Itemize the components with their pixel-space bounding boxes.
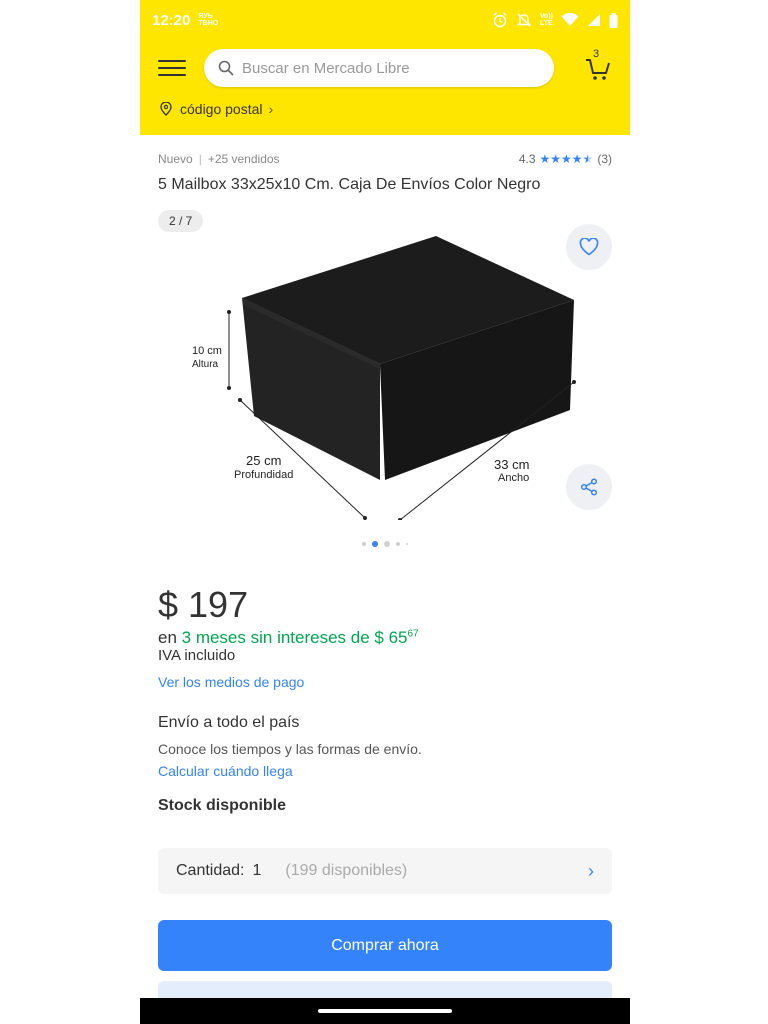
installments-info: en 3 meses sin intereses de $ 6567	[158, 628, 419, 648]
calculate-delivery-link[interactable]: Calcular cuándo llega	[158, 763, 293, 779]
pagination-dot	[396, 542, 400, 546]
heart-icon	[579, 238, 599, 256]
share-button[interactable]	[566, 464, 612, 510]
stock-title: Stock disponible	[158, 797, 287, 814]
product-gallery[interactable]: 2 / 7 10 cm Altura 25 cm Profundidad 33 …	[140, 206, 630, 547]
quantity-value: 1	[252, 862, 262, 879]
postal-code-link[interactable]: código postal ›	[140, 101, 630, 117]
status-small-top: ЯУЬ	[198, 13, 213, 20]
product-rating[interactable]: 4.3 ★★★★★ (3)	[519, 152, 612, 166]
status-small-text: ЯУЬ ТВНО	[198, 13, 218, 27]
status-left: 12:20 ЯУЬ ТВНО	[152, 12, 218, 29]
quantity-label: Cantidad:	[176, 862, 245, 879]
postal-code-label: código postal	[180, 101, 263, 117]
depth-name-label: Profundidad	[234, 469, 293, 481]
cart-count: 3	[593, 48, 600, 60]
installments-detail: 3 meses sin intereses de $ 65	[181, 628, 408, 647]
shipping-description: Conoce los tiempos y las formas de envío…	[158, 741, 422, 757]
rating-stars-icon: ★★★★★	[539, 152, 594, 166]
product-title: 5 Mailbox 33x25x10 Cm. Caja De Envíos Co…	[158, 176, 541, 193]
location-pin-icon	[160, 102, 172, 116]
gallery-pagination	[140, 541, 630, 547]
product-sold-count: +25 vendidos	[207, 152, 280, 166]
mute-icon	[516, 13, 532, 27]
search-input[interactable]: Buscar en Mercado Libre	[204, 49, 554, 87]
product-condition: Nuevo	[158, 152, 193, 166]
installments-prefix: en	[158, 628, 182, 647]
width-value-label: 33 cm	[494, 457, 529, 472]
quantity-available: (199 disponibles)	[285, 862, 408, 879]
product-image: 10 cm Altura 25 cm Profundidad 33 cm Anc…	[192, 236, 576, 520]
search-icon	[218, 60, 234, 76]
width-name-label: Ancho	[498, 472, 529, 484]
status-time: 12:20	[152, 11, 191, 29]
phone-screen: 12:20 ЯУЬ ТВНО Vo)) LTE Buscar en Mercad…	[140, 0, 630, 1024]
rating-value: 4.3	[518, 152, 536, 166]
battery-icon	[609, 12, 618, 28]
header: Buscar en Mercado Libre 3 código postal …	[140, 40, 630, 135]
volte-icon: Vo)) LTE	[539, 13, 553, 27]
product-price: $ 197	[158, 584, 249, 625]
pagination-dot	[362, 542, 366, 546]
signal-icon	[588, 14, 600, 26]
menu-line	[158, 74, 186, 76]
network-label: LTE	[539, 20, 553, 27]
buy-now-button[interactable]: Comprar ahora	[158, 920, 612, 971]
share-icon	[580, 478, 598, 496]
system-nav-bar	[140, 998, 630, 1024]
pagination-dot	[384, 541, 390, 547]
wifi-icon	[561, 13, 579, 26]
depth-value-label: 25 cm	[246, 453, 281, 468]
product-meta: Nuevo | +25 vendidos 4.3 ★★★★★ (3)	[140, 152, 630, 166]
status-icons: Vo)) LTE	[492, 12, 618, 28]
status-bar: 12:20 ЯУЬ ТВНО Vo)) LTE	[140, 0, 630, 40]
pagination-dot-active	[372, 541, 378, 547]
chevron-right-icon: ›	[268, 101, 274, 117]
rating-count: (3)	[597, 152, 612, 166]
height-value-label: 10 cm	[192, 345, 222, 357]
menu-line	[158, 60, 186, 62]
alarm-icon	[493, 12, 507, 28]
shipping-title: Envío a todo el país	[158, 714, 300, 731]
height-name-label: Altura	[192, 359, 219, 370]
home-handle[interactable]	[318, 1009, 452, 1013]
chevron-right-icon: ›	[588, 860, 594, 881]
cart-button[interactable]: 3	[584, 48, 612, 82]
menu-button[interactable]	[158, 56, 186, 80]
installments-cents: 67	[407, 628, 419, 640]
favorite-button[interactable]	[566, 224, 612, 270]
pagination-dot	[406, 543, 408, 545]
tax-note: IVA incluido	[158, 647, 236, 664]
payment-methods-link[interactable]: Ver los medios de pago	[158, 674, 304, 690]
status-small-bottom: ТВНО	[198, 20, 219, 27]
search-placeholder: Buscar en Mercado Libre	[242, 59, 410, 77]
header-row: Buscar en Mercado Libre 3	[140, 48, 630, 87]
menu-line	[158, 67, 186, 69]
meta-separator: |	[198, 152, 202, 166]
quantity-selector[interactable]: Cantidad: 1 (199 disponibles) ›	[158, 848, 612, 894]
product-meta-left: Nuevo | +25 vendidos	[158, 152, 280, 166]
